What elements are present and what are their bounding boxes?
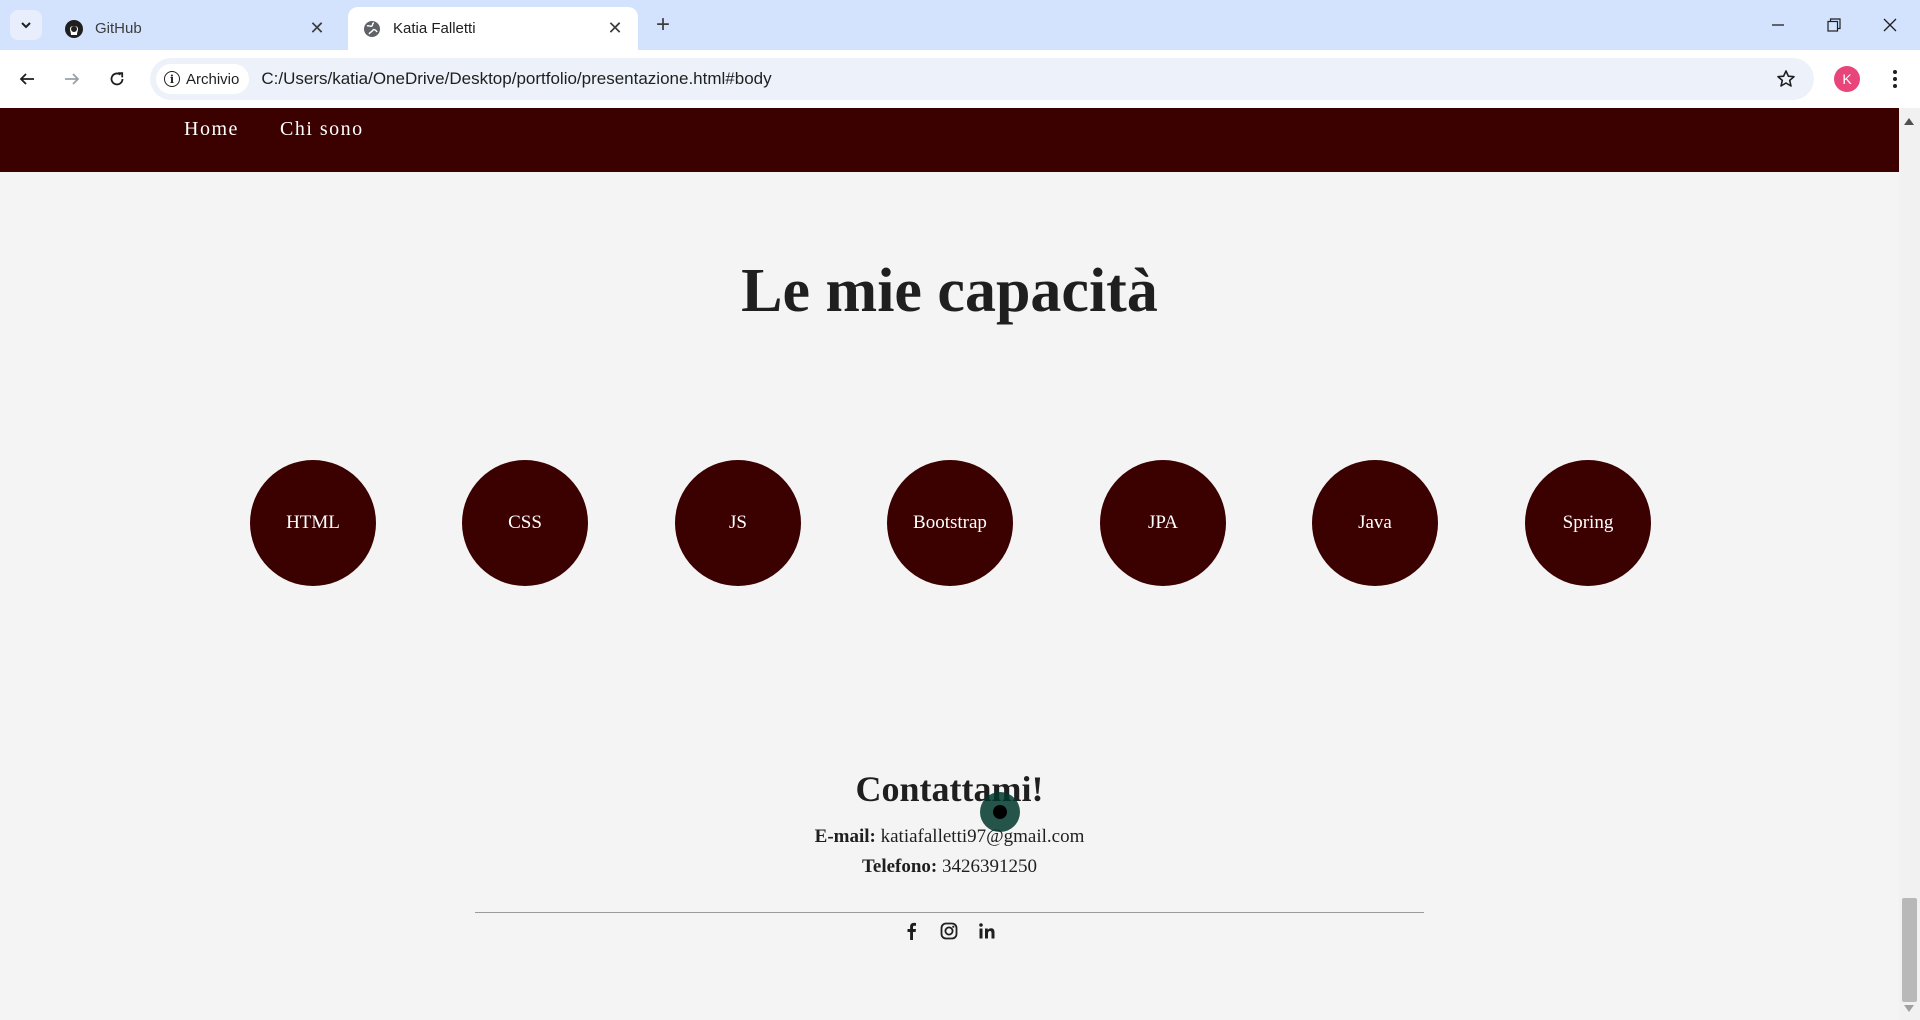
globe-icon: [362, 19, 382, 39]
tab-strip: GitHub ✕ Katia Falletti ✕ +: [0, 0, 1920, 50]
page-scrollbar[interactable]: [1899, 108, 1920, 1020]
tab-search-button[interactable]: [10, 10, 42, 40]
info-icon: i: [164, 71, 180, 87]
scrollbar-thumb[interactable]: [1902, 898, 1917, 1002]
skills-row: HTML CSS JS Bootstrap JPA Java Spring: [0, 460, 1899, 586]
skill-circle: Spring: [1525, 460, 1651, 586]
github-icon: [64, 19, 84, 39]
footer-divider: [475, 912, 1424, 913]
reload-button[interactable]: [100, 62, 134, 96]
address-bar[interactable]: i Archivio C:/Users/katia/OneDrive/Deskt…: [150, 58, 1814, 100]
site-info-label: Archivio: [186, 70, 240, 88]
arrow-right-icon: [65, 73, 80, 85]
tab-github[interactable]: GitHub ✕: [50, 7, 340, 50]
chevron-down-icon: [21, 22, 31, 29]
arrow-left-icon: [19, 73, 34, 85]
back-button[interactable]: [10, 62, 44, 96]
menu-kebab-icon[interactable]: [1880, 64, 1910, 94]
close-icon[interactable]: ✕: [604, 18, 626, 40]
close-icon: [1883, 18, 1897, 32]
minimize-button[interactable]: [1750, 8, 1806, 42]
skill-circle: JPA: [1100, 460, 1226, 586]
forward-button[interactable]: [55, 62, 89, 96]
restore-icon: [1827, 18, 1841, 32]
skill-circle: JS: [675, 460, 801, 586]
tab-title: Katia Falletti: [393, 20, 476, 37]
section-heading: Le mie capacità: [741, 257, 1158, 325]
scroll-down-arrow-icon[interactable]: [1904, 1005, 1914, 1012]
url-text[interactable]: C:/Users/katia/OneDrive/Desktop/portfoli…: [261, 69, 1768, 89]
browser-toolbar: i Archivio C:/Users/katia/OneDrive/Deskt…: [0, 50, 1920, 108]
site-navbar: Home Chi sono: [0, 108, 1899, 172]
facebook-icon[interactable]: [900, 920, 922, 942]
skill-circle: HTML: [250, 460, 376, 586]
tab-title: GitHub: [95, 20, 142, 37]
scroll-up-arrow-icon[interactable]: [1904, 118, 1914, 125]
reload-icon: [110, 72, 124, 86]
phone-label: Telefono:: [861, 856, 938, 877]
profile-avatar[interactable]: K: [1834, 66, 1860, 92]
phone-value: 3426391250: [942, 856, 1038, 877]
site-info-chip[interactable]: i Archivio: [156, 64, 250, 94]
bookmark-star-icon[interactable]: [1768, 61, 1804, 97]
minimize-icon: [1772, 24, 1784, 26]
linkedin-icon[interactable]: [976, 920, 998, 942]
page-viewport: Home Chi sono Le mie capacità HTML CSS J…: [0, 108, 1899, 1020]
contact-phone: Telefono: 3426391250: [0, 856, 1899, 878]
skill-circle: Java: [1312, 460, 1438, 586]
close-icon[interactable]: ✕: [306, 18, 328, 40]
nav-link-home[interactable]: Home: [184, 118, 239, 141]
skill-circle: Bootstrap: [887, 460, 1013, 586]
skill-circle: CSS: [462, 460, 588, 586]
restore-button[interactable]: [1806, 8, 1862, 42]
contact-email: E-mail: katiafalletti97@gmail.com: [0, 826, 1899, 848]
nav-link-chi-sono[interactable]: Chi sono: [280, 118, 364, 141]
close-window-button[interactable]: [1862, 8, 1918, 42]
tab-katia-falletti[interactable]: Katia Falletti ✕: [348, 7, 638, 50]
contact-heading: Contattami!: [855, 769, 1044, 809]
new-tab-button[interactable]: +: [650, 11, 676, 38]
email-label: E-mail:: [814, 826, 876, 847]
instagram-icon[interactable]: [938, 920, 960, 942]
cursor-highlight: [980, 792, 1020, 832]
email-value[interactable]: katiafalletti97@gmail.com: [881, 826, 1085, 847]
